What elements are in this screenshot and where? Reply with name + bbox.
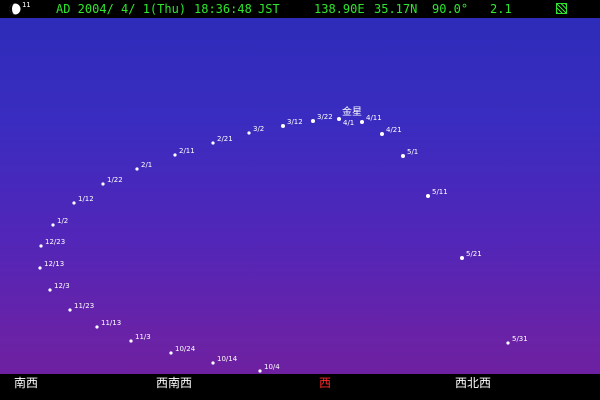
date-label: 3/12	[287, 118, 303, 126]
date-label: 5/11	[432, 188, 448, 196]
status-bar: 11 AD 2004/ 4/ 1(Thu) 18:36:48 JST 138.9…	[0, 0, 600, 18]
sky-chart[interactable]: 12/3 12/13 12/23 1/2 1/12 1/22 2/1 2/11 2/21 3/2 3…	[0, 0, 600, 400]
venus-position-11-13[interactable]	[95, 325, 99, 329]
magnification-display[interactable]: 2.1	[490, 0, 512, 18]
planet-name-label: 金星	[342, 105, 362, 118]
date-label: 1/12	[78, 195, 94, 203]
planetarium-view[interactable]: 12/3 12/13 12/23 1/2 1/12 1/22 2/1 2/11 2/21 3/2 3…	[0, 0, 600, 400]
display-mode-button[interactable]	[556, 3, 567, 14]
venus-position-1-2[interactable]	[51, 223, 55, 227]
date-label: 10/24	[175, 345, 196, 353]
date-label: 4/21	[386, 126, 402, 134]
venus-position-12-13[interactable]	[38, 266, 42, 270]
date-label: 4/1	[343, 119, 354, 127]
date-label: 3/2	[253, 125, 264, 133]
date-label: 5/21	[466, 250, 482, 258]
venus-position-4-11[interactable]	[360, 120, 364, 124]
timezone-display: JST	[258, 2, 280, 16]
direction-wsw[interactable]: 西南西	[156, 376, 192, 390]
venus-position-2-11[interactable]	[173, 153, 177, 157]
moon-age: 11	[22, 1, 31, 9]
venus-position-11-23[interactable]	[68, 308, 72, 312]
date-label: 12/23	[45, 238, 65, 246]
date-label: 5/31	[512, 335, 528, 343]
venus-position-4-1[interactable]	[337, 117, 341, 121]
venus-position-5-1[interactable]	[401, 154, 405, 158]
direction-wnw[interactable]: 西北西	[455, 376, 491, 390]
date-label: 11/23	[74, 302, 94, 310]
venus-position-12-23[interactable]	[39, 244, 43, 248]
date-label: 2/11	[179, 147, 195, 155]
date-label: 1/22	[107, 176, 123, 184]
view-angle-display[interactable]: 90.0°	[432, 0, 468, 18]
horizon-ground	[0, 374, 600, 400]
date-label: 11/13	[101, 319, 121, 327]
date-label: 1/2	[57, 217, 68, 225]
venus-position-12-3[interactable]	[48, 288, 52, 292]
date-label: 3/22	[317, 113, 333, 121]
date-label: 2/21	[217, 135, 233, 143]
date-label: 12/13	[44, 260, 64, 268]
time-display[interactable]: 18:36:48	[194, 0, 252, 18]
moon-phase-icon[interactable]	[9, 3, 21, 15]
venus-position-1-12[interactable]	[72, 201, 76, 205]
venus-position-2-1[interactable]	[135, 167, 139, 171]
date-label: 2/1	[141, 161, 152, 169]
venus-position-10-14[interactable]	[211, 361, 215, 365]
longitude-display[interactable]: 138.90E	[314, 0, 365, 18]
date-label: 11/3	[135, 333, 151, 341]
date-display[interactable]: AD 2004/ 4/ 1(Thu)	[56, 0, 186, 18]
venus-position-3-22[interactable]	[311, 119, 315, 123]
date-label: 10/14	[217, 355, 238, 363]
venus-position-2-21[interactable]	[211, 141, 215, 145]
venus-position-11-3[interactable]	[129, 339, 133, 343]
direction-sw[interactable]: 南西	[14, 376, 38, 390]
date-label: 10/4	[264, 363, 280, 371]
date-label: 5/1	[407, 148, 418, 156]
venus-position-4-21[interactable]	[380, 132, 384, 136]
direction-w[interactable]: 西	[319, 376, 331, 390]
date-label: 4/11	[366, 114, 382, 122]
date-label: 12/3	[54, 282, 70, 290]
venus-position-10-24[interactable]	[169, 351, 173, 355]
venus-position-1-22[interactable]	[101, 182, 105, 186]
venus-position-5-21[interactable]	[460, 256, 464, 260]
venus-position-5-31[interactable]	[506, 341, 510, 345]
venus-position-3-2[interactable]	[247, 131, 251, 135]
venus-position-5-11[interactable]	[426, 194, 430, 198]
latitude-display[interactable]: 35.17N	[374, 0, 417, 18]
venus-position-3-12[interactable]	[281, 124, 285, 128]
venus-position-10-4[interactable]	[258, 369, 262, 373]
